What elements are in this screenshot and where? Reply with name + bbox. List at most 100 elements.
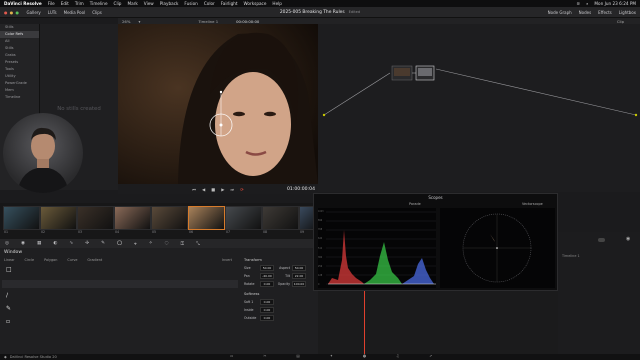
sidebar-item-timeline[interactable]: Timeline: [0, 94, 39, 101]
aspect-field[interactable]: 50.00: [292, 265, 306, 271]
timeline-selector[interactable]: Timeline 1: [198, 19, 218, 24]
node-graph-button[interactable]: Node Graph: [548, 10, 572, 15]
menu-clip[interactable]: Clip: [114, 1, 122, 6]
traffic-lights[interactable]: ● ● ●: [4, 10, 20, 15]
fairlight-page-icon[interactable]: ♫: [396, 354, 399, 358]
color-warper-icon[interactable]: ✣: [85, 241, 89, 246]
visibility-icon[interactable]: ◉: [626, 236, 630, 242]
tilt-field[interactable]: 22.00: [292, 273, 306, 279]
menu-playback[interactable]: Playback: [160, 1, 179, 6]
clip-thumbnail[interactable]: [114, 206, 151, 230]
deliver-page-icon[interactable]: ➚: [429, 354, 432, 358]
menu-edit[interactable]: Edit: [61, 1, 69, 6]
tracker-icon[interactable]: ⌖: [134, 241, 137, 247]
soft1-field[interactable]: 0.00: [260, 299, 274, 305]
media-page-icon[interactable]: ▭: [230, 354, 233, 358]
sidebar-item-stills[interactable]: Stills: [0, 24, 39, 31]
reverse-play-icon[interactable]: ◀: [202, 187, 205, 192]
menu-file[interactable]: File: [48, 1, 55, 6]
fusion-page-icon[interactable]: ✦: [330, 354, 333, 358]
menu-fairlight[interactable]: Fairlight: [221, 1, 238, 6]
clip-thumbnail[interactable]: [262, 206, 299, 230]
sidebar-item-mem[interactable]: Mem: [0, 87, 39, 94]
blur-icon[interactable]: ◌: [165, 241, 169, 246]
tab-linear[interactable]: Linear: [4, 258, 15, 262]
color-page-icon[interactable]: ◍: [363, 354, 366, 358]
menu-help[interactable]: Help: [272, 1, 282, 6]
menu-app-name[interactable]: DaVinci Resolve: [4, 1, 42, 6]
zoom-level[interactable]: 26%: [122, 19, 130, 24]
sidebar-item-stills-2[interactable]: Stills: [0, 45, 39, 52]
jump-start-icon[interactable]: ⏮: [192, 187, 196, 192]
sidebar-item-grabs[interactable]: Grabs: [0, 52, 39, 59]
qualifier-icon[interactable]: ✎: [101, 241, 105, 246]
window-icon[interactable]: ◯: [117, 241, 122, 246]
motion-effects-icon[interactable]: ◐: [53, 241, 57, 246]
edit-page-icon[interactable]: ▤: [296, 354, 299, 358]
hdr-icon[interactable]: ◉: [21, 241, 25, 246]
outside-field[interactable]: 0.00: [260, 315, 274, 321]
opacity-field[interactable]: 100.00: [292, 281, 306, 287]
clips-button[interactable]: Clips: [92, 10, 102, 15]
rotate-field[interactable]: 0.00: [260, 281, 274, 287]
gradient-window-icon[interactable]: ▫: [6, 318, 12, 325]
clip-mode-label[interactable]: Clip: [617, 19, 624, 24]
nodes-button[interactable]: Nodes: [579, 10, 592, 15]
clip-thumbnail[interactable]: [225, 206, 262, 230]
sidebar-item-color-refs[interactable]: Color Refs: [0, 31, 39, 38]
color-wheels-icon[interactable]: ◎: [5, 241, 9, 246]
tab-curve[interactable]: Curve: [67, 258, 77, 262]
curves-icon[interactable]: ∿: [69, 241, 73, 246]
sidebar-item-all[interactable]: All: [0, 38, 39, 45]
chevron-down-icon[interactable]: ▾: [138, 19, 140, 24]
playhead[interactable]: [364, 291, 365, 354]
curve-window-icon[interactable]: ✎: [6, 305, 12, 312]
node-editor[interactable]: [318, 24, 640, 192]
magic-mask-icon[interactable]: ✧: [149, 241, 153, 246]
tab-gradient[interactable]: Gradient: [87, 258, 102, 262]
menu-color[interactable]: Color: [204, 1, 215, 6]
effects-button[interactable]: Effects: [598, 10, 612, 15]
status-bar: ◆ DaVinci Resolve Studio 20 ▭ ✂ ▤ ✦ ◍ ♫ …: [0, 354, 640, 360]
menu-timeline[interactable]: Timeline: [90, 1, 108, 6]
menu-workspace[interactable]: Workspace: [244, 1, 267, 6]
rgb-mixer-icon[interactable]: ▦: [37, 241, 41, 246]
gallery-button[interactable]: Gallery: [27, 10, 41, 15]
timeline-toggle[interactable]: [598, 238, 605, 242]
tab-polygon[interactable]: Polygon: [44, 258, 57, 262]
clip-thumbnail[interactable]: [40, 206, 77, 230]
luts-button[interactable]: LUTs: [48, 10, 57, 15]
jump-end-icon[interactable]: ⏭: [230, 187, 234, 192]
play-icon[interactable]: ▶: [221, 187, 224, 192]
stop-icon[interactable]: ■: [211, 187, 215, 192]
pan-field[interactable]: -40.00: [260, 273, 274, 279]
inside-field[interactable]: 0.00: [260, 307, 274, 313]
sidebar-item-powergrade[interactable]: PowerGrade: [0, 80, 39, 87]
menu-view[interactable]: View: [144, 1, 154, 6]
media-pool-button[interactable]: Media Pool: [64, 10, 86, 15]
clip-thumbnail[interactable]: [151, 206, 188, 230]
sidebar-item-utility[interactable]: Utility: [0, 73, 39, 80]
pen-window-icon[interactable]: ∕: [6, 292, 12, 299]
scopes-window[interactable]: Scopes Parade Vectorscope 1023 896 768 6…: [313, 193, 558, 291]
tab-circle[interactable]: Circle: [25, 258, 35, 262]
clip-thumbnail[interactable]: [77, 206, 114, 230]
size-field[interactable]: 50.00: [260, 265, 274, 271]
window-panel-title: Window: [4, 250, 23, 255]
search-icon[interactable]: ⌕: [586, 1, 588, 6]
loop-icon[interactable]: ⟳: [240, 187, 244, 192]
sizing-icon[interactable]: ⤡: [196, 241, 200, 247]
wifi-icon[interactable]: ≋: [577, 1, 581, 6]
clip-thumbnail[interactable]: [3, 206, 40, 230]
menu-trim[interactable]: Trim: [75, 1, 84, 6]
square-window-icon[interactable]: □: [6, 266, 12, 273]
menu-mark[interactable]: Mark: [127, 1, 137, 6]
key-icon[interactable]: ⚿: [181, 241, 185, 247]
lightbox-button[interactable]: Lightbox: [619, 10, 636, 15]
clip-thumbnail-selected[interactable]: [188, 206, 225, 230]
menu-fusion[interactable]: Fusion: [184, 1, 197, 6]
sidebar-item-presets[interactable]: Presets: [0, 59, 39, 66]
cut-page-icon[interactable]: ✂: [263, 354, 266, 358]
main-viewer[interactable]: [118, 24, 318, 184]
sidebar-item-tools[interactable]: Tools: [0, 66, 39, 73]
